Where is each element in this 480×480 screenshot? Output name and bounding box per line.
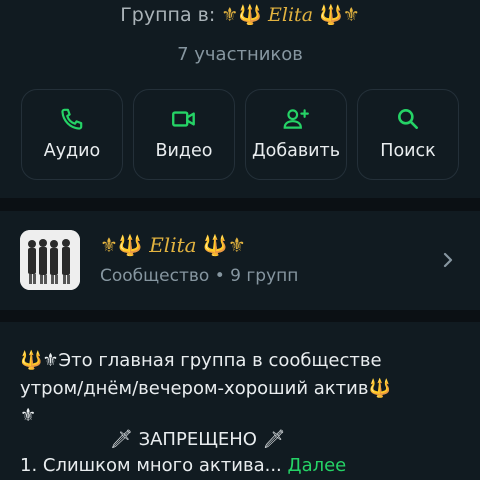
- community-emblem-right: 🔱⚜: [202, 233, 246, 257]
- emblem-left: ⚜🔱: [221, 4, 262, 26]
- action-buttons-row: Аудио Видео Добавить Поиск: [21, 89, 459, 180]
- description-line-3: ⚜: [20, 405, 37, 426]
- members-count: 7 участников: [177, 44, 303, 65]
- group-header-panel: Группа в: ⚜🔱 Elita 🔱⚜ 7 участников Аудио…: [0, 0, 480, 198]
- description-line-2: утром/днём/вечером-хороший актив🔱: [20, 378, 391, 399]
- description-text: 1. Слишком много актива...: [20, 455, 282, 476]
- audio-label: Аудио: [43, 141, 101, 161]
- read-more-link[interactable]: Далее: [288, 455, 347, 476]
- video-icon: [134, 106, 234, 132]
- video-label: Видео: [155, 141, 213, 161]
- group-description: 🔱⚜Это главная группа в сообществе утром/…: [0, 322, 480, 480]
- description-line-5: 1. Слишком много актива... Далее: [20, 454, 346, 478]
- community-parent-line[interactable]: Группа в: ⚜🔱 Elita 🔱⚜: [0, 2, 480, 28]
- community-row[interactable]: ⚜🔱 Elita 🔱⚜ Сообщество • 9 групп: [0, 211, 480, 310]
- description-line-1: 🔱⚜Это главная группа в сообществе: [20, 350, 382, 371]
- community-emblem-left: ⚜🔱: [100, 233, 143, 257]
- community-title: Elita: [149, 233, 197, 257]
- add-participant-button[interactable]: Добавить: [245, 89, 347, 180]
- phone-icon: [22, 106, 122, 132]
- audio-call-button[interactable]: Аудио: [21, 89, 123, 180]
- description-line-4: 🗡 ЗАПРЕЩЕНО 🗡: [110, 429, 286, 450]
- search-icon: [358, 106, 458, 132]
- add-label: Добавить: [251, 141, 341, 161]
- community-name: ⚜🔱 Elita 🔱⚜: [100, 231, 246, 259]
- video-call-button[interactable]: Видео: [133, 89, 235, 180]
- group-parent-name: Elita: [268, 4, 314, 26]
- search-label: Поиск: [380, 141, 436, 161]
- chevron-right-icon: [442, 251, 454, 273]
- community-subtitle: Сообщество • 9 групп: [100, 266, 299, 286]
- add-person-icon: [246, 106, 346, 132]
- emblem-right: 🔱⚜: [319, 4, 360, 26]
- search-button[interactable]: Поиск: [357, 89, 459, 180]
- community-avatar: [20, 230, 80, 290]
- group-prefix: Группа в:: [120, 4, 216, 26]
